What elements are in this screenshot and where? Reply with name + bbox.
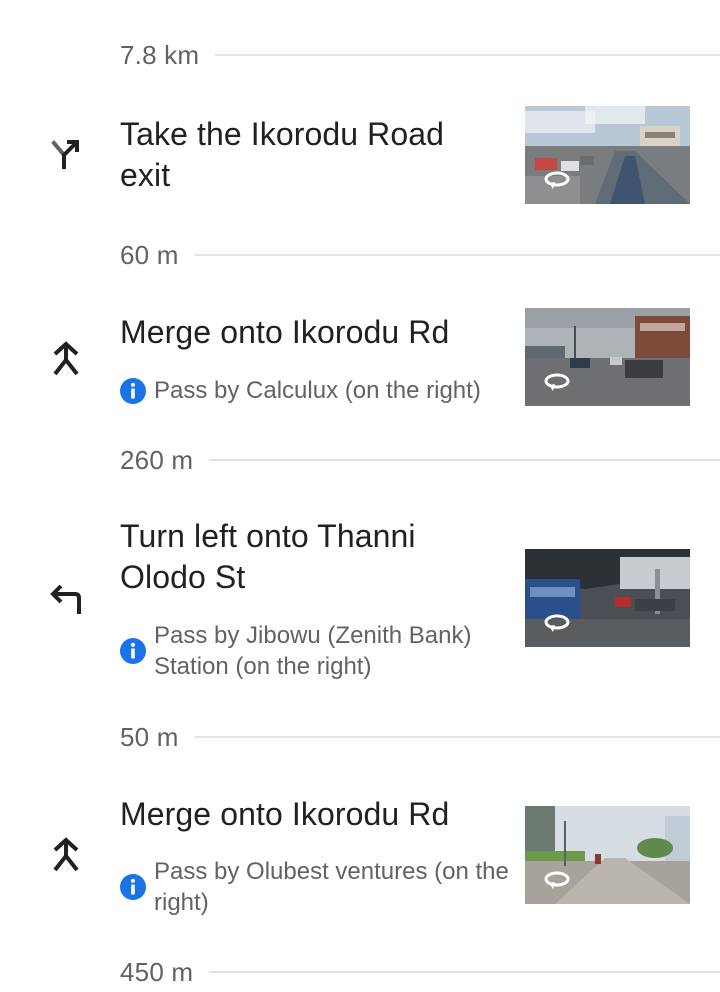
step-instruction: Merge onto Ikorodu Rd: [120, 796, 450, 832]
landmark-text: Pass by Jibowu (Zenith Bank) Station (on…: [154, 622, 472, 680]
street-view-thumbnail[interactable]: [525, 549, 690, 647]
step-instruction: Merge onto Ikorodu Rd: [120, 314, 450, 350]
info-icon: [120, 874, 146, 900]
street-view-rotate-icon: [544, 373, 570, 391]
distance-label: 60 m: [120, 239, 179, 270]
distance-label: 7.8 km: [120, 39, 200, 70]
divider-line: [194, 254, 720, 256]
turn-left-icon: [46, 580, 86, 620]
landmark-info: Pass by Olubest ventures (on the right): [120, 856, 510, 918]
divider-line: [209, 971, 720, 973]
street-view-rotate-icon: [544, 171, 570, 189]
landmark-text: Pass by Calculux (on the right): [154, 377, 481, 404]
divider-line: [209, 459, 720, 461]
landmark-info: Pass by Jibowu (Zenith Bank) Station (on…: [120, 620, 510, 682]
exit-right-icon: [46, 135, 86, 175]
step-instruction: Turn left onto Thanni Olodo St: [120, 518, 416, 595]
street-view-rotate-icon: [544, 614, 570, 632]
distance-row: 7.8 km: [120, 35, 720, 75]
landmark-info: Pass by Calculux (on the right): [120, 375, 510, 406]
step-instruction: Take the Ikorodu Road exit: [120, 116, 445, 193]
distance-row: 260 m: [120, 440, 720, 480]
distance-row: 450 m: [120, 952, 720, 992]
street-view-rotate-icon: [544, 871, 570, 889]
divider-line: [194, 736, 720, 738]
merge-icon: [46, 340, 86, 380]
landmark-text: Pass by Olubest ventures (on the right): [154, 858, 509, 916]
info-icon: [120, 377, 146, 404]
distance-row: 50 m: [120, 717, 720, 757]
street-view-thumbnail[interactable]: [525, 308, 690, 406]
distance-label: 260 m: [120, 444, 194, 475]
info-icon: [120, 638, 146, 664]
distance-label: 50 m: [120, 721, 179, 752]
street-view-thumbnail[interactable]: [525, 106, 690, 204]
street-view-thumbnail[interactable]: [525, 806, 690, 904]
merge-icon: [46, 836, 86, 876]
distance-row: 60 m: [120, 235, 720, 275]
divider-line: [215, 54, 720, 56]
distance-label: 450 m: [120, 956, 194, 987]
